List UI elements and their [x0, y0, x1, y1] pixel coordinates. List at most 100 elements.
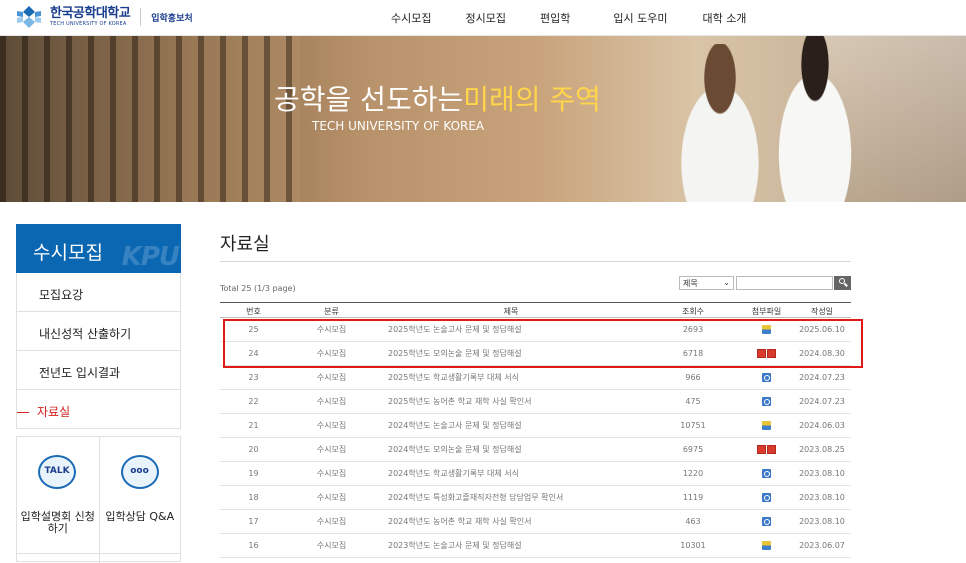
nav-item-admission-helper[interactable]: 입시 도우미 [613, 10, 667, 26]
quick-link-label-line1: 입학상담 Q&A [105, 510, 175, 523]
row-number: 16 [248, 541, 259, 550]
hero-banner: 공학을 선도하는미래의 주역 TECH UNIVERSITY OF KOREA [0, 36, 966, 202]
talk-icon-text: TALK [44, 466, 70, 476]
row-date: 2024.07.23 [799, 397, 845, 406]
logo-mark-icon [14, 4, 44, 30]
row-category: 수시모집 [316, 517, 347, 526]
row-category: 수시모집 [316, 397, 347, 406]
row-subject-link[interactable]: 2024학년도 특성화고졸재직자전형 담당업무 확인서 [376, 492, 646, 503]
quick-link-qna[interactable]: ooo 입학상담 Q&A [98, 437, 181, 563]
banner-subtitle: TECH UNIVERSITY OF KOREA [312, 119, 485, 133]
row-attachments [740, 445, 793, 454]
zip-file-icon[interactable] [762, 541, 771, 550]
row-subject-link[interactable]: 2025학년도 학교생활기록부 대체 서식 [376, 372, 646, 383]
row-category: 수시모집 [316, 445, 347, 454]
search-button[interactable] [834, 276, 851, 290]
row-subject-link[interactable]: 2025학년도 농어촌 학교 재학 사실 확인서 [376, 396, 646, 407]
banner-title: 공학을 선도하는미래의 주역 [274, 78, 601, 118]
row-subject-link[interactable]: 2023학년도 논술고사 문제 및 정답해설 [376, 540, 646, 551]
banner-lab-background [0, 36, 300, 202]
row-views: 1119 [682, 493, 704, 502]
zip-file-icon[interactable] [762, 421, 771, 430]
row-subject-link[interactable]: 2024학년도 논술고사 문제 및 정답해설 [376, 420, 646, 431]
row-views: 463 [685, 517, 701, 526]
logo-korean-name: 한국공학대학교 [50, 6, 131, 21]
table-header: 번호 분류 제목 조회수 첨부파일 작성일 [220, 302, 851, 318]
table-row[interactable]: 17 수시모집 2024학년도 농어촌 학교 재학 사실 확인서 463 2023.08… [220, 510, 851, 534]
row-views: 475 [685, 397, 701, 406]
sidebar-item-grade-calculator[interactable]: 내신성적 산출하기 [16, 312, 181, 351]
row-category: 수시모집 [316, 469, 347, 478]
row-date: 2023.08.10 [799, 469, 845, 478]
title-divider [220, 261, 851, 262]
column-header-category: 분류 [324, 307, 339, 316]
row-number: 22 [248, 397, 259, 406]
row-date: 2023.08.10 [799, 517, 845, 526]
search-select-value: 제목 [683, 279, 698, 288]
row-attachments [740, 541, 793, 550]
chevron-down-icon: ⌄ [723, 278, 730, 287]
chat-bubble-icon: ooo [120, 455, 159, 489]
hwp-file-icon[interactable] [762, 517, 771, 526]
quick-link-label: 입학설명회 신청 하기 [17, 511, 99, 535]
hwp-file-icon[interactable] [762, 373, 771, 382]
site-header: 한국공학대학교 TECH UNIVERSITY OF KOREA 입학홍보처 수… [0, 0, 966, 36]
search-field-select[interactable]: 제목 ⌄ [679, 276, 734, 290]
row-number: 17 [248, 517, 259, 526]
pdf-file-icon[interactable] [757, 445, 766, 454]
row-number: 23 [248, 373, 259, 382]
nav-item-about[interactable]: 대학 소개 [702, 10, 746, 26]
table-row[interactable]: 20 수시모집 2024학년도 모의논술 문제 및 정답해설 6975 2023.08.… [220, 438, 851, 462]
row-date: 2023.06.07 [799, 541, 845, 550]
university-logo[interactable]: 한국공학대학교 TECH UNIVERSITY OF KOREA 입학홍보처 [14, 4, 193, 30]
quick-links: TALK 입학설명회 신청 하기 ooo 입학상담 Q&A [16, 436, 181, 563]
row-attachments [740, 469, 793, 478]
page-title: 자료실 [220, 234, 270, 255]
active-dash-icon [17, 412, 29, 413]
banner-title-highlight: 미래의 주역 [463, 83, 601, 116]
talk-bubble-icon: TALK [38, 455, 76, 489]
table-row[interactable]: 22 수시모집 2025학년도 농어촌 학교 재학 사실 확인서 475 2024.07… [220, 390, 851, 414]
table-row[interactable]: 18 수시모집 2024학년도 특성화고졸재직자전형 담당업무 확인서 1119 202… [220, 486, 851, 510]
row-number: 18 [248, 493, 259, 502]
table-row[interactable]: 23 수시모집 2025학년도 학교생활기록부 대체 서식 966 2024.07.23 [220, 366, 851, 390]
row-number: 20 [248, 445, 259, 454]
sidebar-item-guidelines[interactable]: 모집요강 [16, 273, 181, 312]
nav-item-transfer[interactable]: 편입학 [540, 10, 570, 26]
row-category: 수시모집 [316, 541, 347, 550]
pdf-file-icon[interactable] [767, 445, 776, 454]
hwp-file-icon[interactable] [762, 469, 771, 478]
logo-english-name: TECH UNIVERSITY OF KOREA [50, 21, 127, 27]
nav-item-regular-admission[interactable]: 정시모집 [465, 10, 505, 26]
row-views: 966 [685, 373, 701, 382]
column-header-number: 번호 [246, 307, 261, 316]
total-count: Total 25 (1/3 page) [220, 284, 296, 293]
hwp-file-icon[interactable] [762, 397, 771, 406]
quick-link-info-session[interactable]: TALK 입학설명회 신청 하기 [17, 437, 99, 563]
row-number: 19 [248, 469, 259, 478]
row-views: 10301 [680, 541, 706, 550]
table-row[interactable]: 19 수시모집 2024학년도 학교생활기록부 대체 서식 1220 2023.08.1… [220, 462, 851, 486]
row-attachments [740, 493, 793, 502]
search-input[interactable] [736, 276, 833, 290]
row-date: 2023.08.25 [799, 445, 845, 454]
hwp-file-icon[interactable] [762, 493, 771, 502]
quick-links-divider [17, 553, 180, 554]
main-navigation: 수시모집 정시모집 편입학 입시 도우미 대학 소개 [391, 10, 746, 26]
sidebar-item-label: 모집요강 [39, 288, 84, 302]
sidebar-item-archive[interactable]: 자료실 [16, 390, 181, 429]
row-views: 1220 [682, 469, 704, 478]
row-subject-link[interactable]: 2024학년도 농어촌 학교 재학 사실 확인서 [376, 516, 646, 527]
table-row[interactable]: 21 수시모집 2024학년도 논술고사 문제 및 정답해설 10751 2024.06… [220, 414, 851, 438]
row-subject-link[interactable]: 2024학년도 학교생활기록부 대체 서식 [376, 468, 646, 479]
row-subject-link[interactable]: 2024학년도 모의논술 문제 및 정답해설 [376, 444, 646, 455]
row-category: 수시모집 [316, 421, 347, 430]
table-row[interactable]: 16 수시모집 2023학년도 논술고사 문제 및 정답해설 10301 2023.06… [220, 534, 851, 558]
quick-link-label-line2: 하기 [47, 522, 68, 535]
sidebar-item-previous-results[interactable]: 전년도 입시결과 [16, 351, 181, 390]
sidebar: 수시모집 KPU 모집요강 내신성적 산출하기 전년도 입시결과 자료실 [16, 224, 181, 429]
row-attachments [740, 421, 793, 430]
highlight-box [223, 319, 863, 368]
nav-item-early-admission[interactable]: 수시모집 [391, 10, 431, 26]
logo-department: 입학홍보처 [151, 13, 193, 24]
